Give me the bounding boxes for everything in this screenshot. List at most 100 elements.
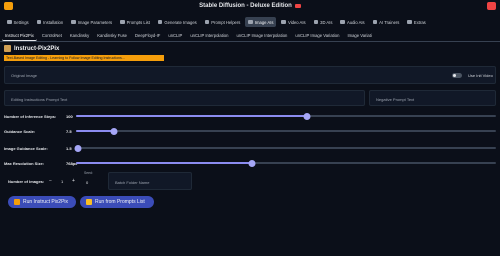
tab-generate-images[interactable]: Generate Images [155,17,200,27]
num-images-plus-button[interactable]: + [72,178,75,184]
tab-3d-ais[interactable]: 3D AIs [311,17,336,27]
tab-label: Extras [413,19,426,25]
audio-icon [340,19,345,25]
extras-icon [407,19,412,25]
editing-prompt-label: Editing Instructions Prompt Text [11,97,68,102]
image-icon [157,19,163,25]
subtab-instruct-pix2pix[interactable]: Instruct Pix2Pix [2,31,37,41]
run-from-prompts-list-button[interactable]: Run from Prompts List [80,196,154,208]
image-icon [71,19,76,25]
title-bar: Stable Diffusion - Deluxe Edition [0,0,500,12]
slider-label: Guidance Scale: [4,128,36,134]
subtab-image-variati[interactable]: Image Variati [344,31,374,41]
video-icon [281,19,286,25]
run-list-button-label: Run from Prompts List [95,199,145,205]
subtab-unclip-image-variation[interactable]: unCLIP Image Variation [292,31,342,41]
subtab-unclip[interactable]: unCLIP [165,31,185,41]
tab-image-ais[interactable]: Image AIs [245,17,277,27]
subtab-unclip-image-interpolation[interactable]: unCLIP Image Interpolation [233,31,290,41]
slider-track[interactable] [76,127,496,135]
flag-icon [294,4,301,8]
run-instruct-pix2pix-button[interactable]: Run Instruct Pix2Pix [8,196,76,208]
tab-label: Instruct Pix2Pix [5,32,34,38]
tab-prompt-helpers[interactable]: Prompt Helpers [202,17,244,27]
tab-settings[interactable]: Settings [4,17,32,27]
tab-label: unCLIP Image Interpolation [236,33,288,38]
tab-label: Kandinsky Fuse [97,33,127,38]
tab-label: Image Variati [347,33,372,38]
image-guidance-scale-slider[interactable]: Image Guidance Scale: 1.5 [4,144,496,152]
subtab-kandinsky[interactable]: Kandinsky [67,31,92,41]
tab-label: Image AIs [254,19,274,25]
batch-folder-field[interactable]: Batch Folder Name [108,172,192,190]
tab-label: ControlNet [41,33,62,38]
image-icon [248,19,253,25]
list-icon [120,19,125,25]
slider-value: 100 [66,113,73,119]
slider-knob[interactable] [110,127,118,135]
tab-label: Prompts List [126,19,150,25]
seed-value[interactable]: 0 [86,180,88,185]
subtab-kandinsky-fuse[interactable]: Kandinsky Fuse [94,31,130,41]
main-tab-bar: Settings Installation Image Parameters Prom… [0,16,500,28]
slider-track[interactable] [76,159,496,167]
guidance-scale-slider[interactable]: Guidance Scale: 7.5 [4,127,496,135]
slider-knob[interactable] [74,144,82,152]
num-images-label: Number of Images: [8,179,45,184]
slider-fill [76,115,307,117]
subtab-unclip-interpolation[interactable]: unCLIP Interpolation [187,31,231,41]
max-resolution-slider[interactable]: Max Resolution Size: 768px [4,159,496,167]
slider-value: 7.5 [66,128,72,134]
tab-label: DeepFloyd-IF [135,33,161,38]
editing-prompt-field[interactable]: Editing Instructions Prompt Text [4,90,365,106]
section-subtitle: Text-Based Image Editing - Learning to F… [4,55,164,61]
tab-prompts-list[interactable]: Prompts List [117,17,153,27]
original-image-panel[interactable]: Original Image Use Init Video [4,66,496,84]
bulb-icon [204,19,210,25]
subtab-controlnet[interactable]: ControlNet [39,31,65,41]
batch-folder-placeholder: Batch Folder Name [115,180,150,185]
wrench-icon [36,19,42,25]
tab-image-parameters[interactable]: Image Parameters [68,17,115,27]
sub-tab-bar: Instruct Pix2Pix ControlNet Kandinsky Kandi… [0,30,500,42]
subtab-deepfloyd-if[interactable]: DeepFloyd-IF [132,31,163,41]
tab-label: Generate Images [164,19,197,25]
cube-icon [313,19,319,25]
num-images-minus-button[interactable]: − [49,178,52,184]
original-image-label: Original Image [11,73,38,78]
section-title: Instruct-Pix2Pix [14,45,60,52]
negative-prompt-field[interactable]: Negative Prompt Text [369,90,496,106]
tab-ai-trainers[interactable]: AI Trainers [370,17,403,27]
tab-label: unCLIP Interpolation [190,33,229,38]
slider-track[interactable] [76,112,496,120]
slider-label: Image Guidance Scale: [4,145,48,151]
app-title: Stable Diffusion - Deluxe Edition [199,3,301,9]
num-images-value[interactable]: 1 [61,179,63,184]
tab-label: Installation [43,19,64,25]
tab-label: Settings [13,19,29,25]
run-icon [14,199,20,205]
tab-audio-ais[interactable]: Audio AIs [337,17,367,27]
slider-label: Number of Inference Steps: [4,113,57,119]
tab-extras[interactable]: Extras [404,17,428,27]
tab-label: Kandinsky [69,33,90,38]
tab-label: 3D AIs [320,19,333,25]
tab-label: unCLIP [168,33,183,38]
slider-knob[interactable] [248,159,256,167]
tab-label: Video AIs [287,19,306,25]
use-init-video-label: Use Init Video [468,73,493,78]
tab-label: Prompt Helpers [211,19,241,25]
section-header: Instruct-Pix2Pix [4,45,59,52]
app-logo-icon [4,2,13,10]
app-logo-right-icon [486,2,496,10]
slider-knob[interactable] [303,112,311,120]
trainer-icon [372,19,378,25]
inference-steps-slider[interactable]: Number of Inference Steps: 100 [4,112,496,120]
tab-installation[interactable]: Installation [34,17,67,27]
slider-track[interactable] [74,144,496,152]
use-init-video-toggle[interactable] [452,73,462,78]
negative-prompt-label: Negative Prompt Text [376,97,415,102]
run-button-label: Run Instruct Pix2Pix [23,199,69,205]
tab-video-ais[interactable]: Video AIs [278,17,308,27]
list-icon [86,199,92,205]
